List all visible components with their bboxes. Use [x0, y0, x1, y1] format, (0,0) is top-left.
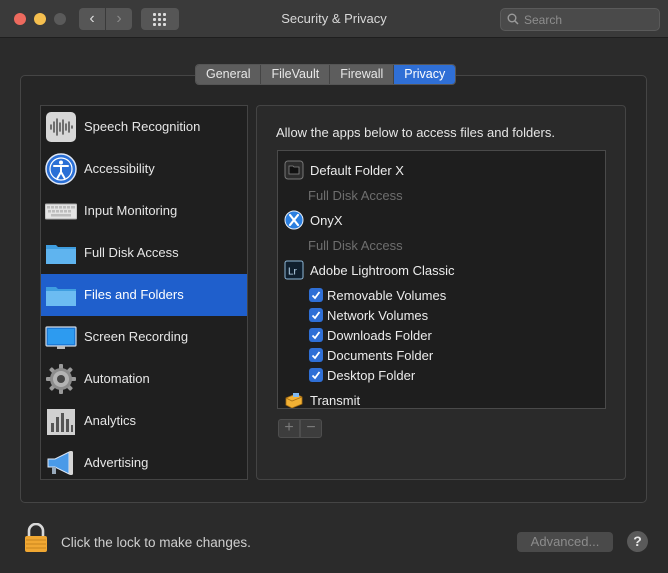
accessibility-icon [45, 153, 77, 185]
permission-network-volumes[interactable]: Network Volumes [278, 305, 605, 325]
checkbox-checked[interactable] [309, 288, 323, 302]
permission-note: Full Disk Access [308, 188, 403, 203]
remove-app-button[interactable]: − [300, 419, 322, 438]
display-icon [45, 326, 77, 349]
app-permission-list[interactable]: Default Folder X Full Disk Access OnyX F… [277, 150, 606, 409]
help-button[interactable]: ? [627, 531, 648, 552]
sidebar-item-analytics[interactable]: Analytics [41, 400, 247, 442]
tab-filevault[interactable]: FileVault [261, 65, 331, 84]
sidebar-item-label: Analytics [84, 413, 137, 428]
folder-icon [46, 287, 76, 306]
tab-privacy[interactable]: Privacy [394, 65, 456, 84]
sidebar-item-files-and-folders[interactable]: Files and Folders [41, 274, 247, 316]
checkbox-checked[interactable] [309, 308, 323, 322]
search-input[interactable]: Search [500, 8, 660, 31]
tab-general[interactable]: General [196, 65, 262, 84]
list-item-onyx[interactable]: OnyX [278, 210, 605, 230]
app-name: OnyX [310, 213, 343, 228]
tab-bar: General FileVault Firewall Privacy [195, 64, 457, 85]
sidebar-item-label: Files and Folders [84, 287, 184, 302]
permission-label: Removable Volumes [327, 288, 447, 303]
onyx-icon [284, 210, 304, 230]
tab-firewall[interactable]: Firewall [330, 65, 395, 84]
sidebar-item-screen-recording[interactable]: Screen Recording [41, 316, 247, 358]
sidebar-item-speech-recognition[interactable]: Speech Recognition [41, 106, 247, 148]
sidebar-item-input-monitoring[interactable]: Input Monitoring [41, 190, 247, 232]
privacy-category-list: Speech Recognition Accessibility Input M… [40, 105, 248, 480]
transmit-truck-icon [285, 393, 303, 408]
app-name: Transmit [310, 393, 361, 408]
add-app-button[interactable]: + [278, 419, 300, 438]
permission-desktop-folder[interactable]: Desktop Folder [278, 365, 605, 385]
lightroom-icon: Lr [284, 260, 304, 280]
sidebar-item-label: Advertising [84, 455, 149, 470]
app-name: Adobe Lightroom Classic [310, 263, 455, 278]
list-item-transmit[interactable]: Transmit [278, 390, 605, 408]
sidebar-item-label: Input Monitoring [84, 203, 178, 218]
list-item-permission-note: Full Disk Access [278, 185, 605, 205]
sidebar-item-label: Accessibility [84, 161, 155, 176]
permission-label: Documents Folder [327, 348, 434, 363]
permission-documents-folder[interactable]: Documents Folder [278, 345, 605, 365]
app-name: Default Folder X [310, 163, 404, 178]
permission-note: Full Disk Access [308, 238, 403, 253]
lock-instruction: Click the lock to make changes. [61, 535, 251, 550]
advanced-button[interactable]: Advanced... [517, 532, 613, 552]
sidebar-item-label: Speech Recognition [84, 119, 201, 134]
pane-description: Allow the apps below to access files and… [276, 125, 555, 140]
keyboard-icon [45, 203, 77, 220]
checkbox-checked[interactable] [309, 348, 323, 362]
svg-text:Lr: Lr [288, 267, 298, 278]
folder-icon [46, 245, 76, 264]
search-placeholder: Search [524, 13, 563, 27]
sidebar-item-automation[interactable]: Automation [41, 358, 247, 400]
search-icon [507, 13, 519, 25]
permission-removable-volumes[interactable]: Removable Volumes [278, 285, 605, 305]
sidebar-item-full-disk-access[interactable]: Full Disk Access [41, 232, 247, 274]
default-folder-x-icon [284, 160, 304, 180]
sidebar-item-advertising[interactable]: Advertising [41, 442, 247, 484]
sidebar-item-label: Automation [84, 371, 150, 386]
permission-label: Network Volumes [327, 308, 429, 323]
permission-downloads-folder[interactable]: Downloads Folder [278, 325, 605, 345]
list-item-adobe-lightroom-classic[interactable]: Lr Adobe Lightroom Classic [278, 260, 605, 280]
checkbox-checked[interactable] [309, 368, 323, 382]
permission-label: Desktop Folder [327, 368, 416, 383]
speech-waveform-icon [46, 112, 76, 142]
gear-icon [46, 364, 76, 394]
list-item-permission-note: Full Disk Access [278, 235, 605, 255]
list-item-default-folder-x[interactable]: Default Folder X [278, 160, 605, 180]
title-bar: ‹ › Security & Privacy Search [0, 0, 668, 38]
sidebar-item-label: Full Disk Access [84, 245, 179, 260]
lock-icon[interactable] [24, 523, 48, 553]
permission-label: Downloads Folder [327, 328, 432, 343]
sidebar-item-accessibility[interactable]: Accessibility [41, 148, 247, 190]
checkbox-checked[interactable] [309, 328, 323, 342]
megaphone-icon [47, 451, 73, 475]
bar-chart-icon [47, 409, 75, 435]
sidebar-item-label: Screen Recording [84, 329, 189, 344]
